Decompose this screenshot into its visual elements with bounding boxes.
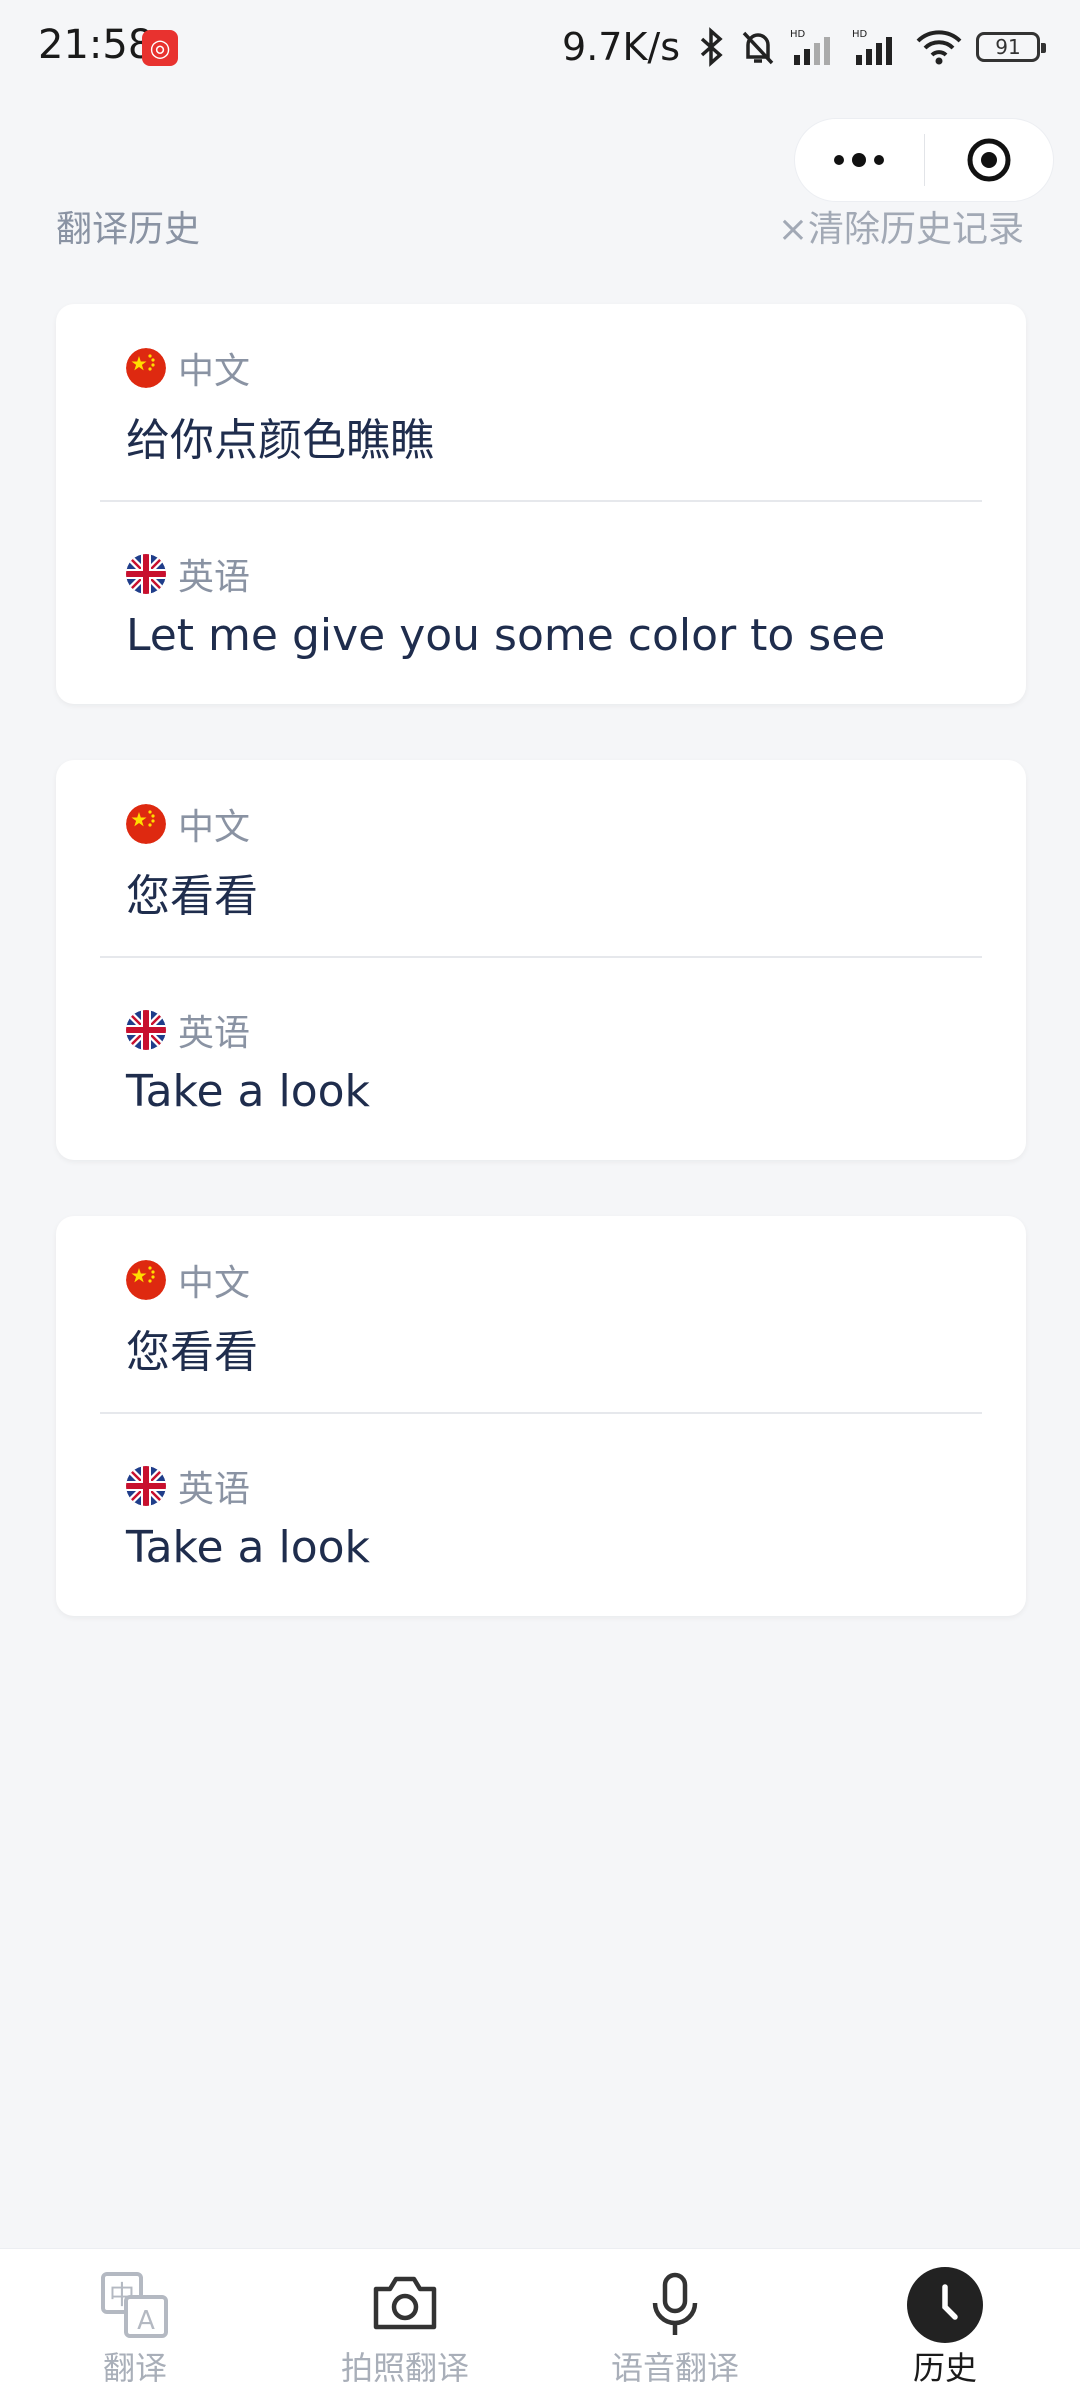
target-lang-label: 英语 — [178, 1013, 251, 1054]
tab-label: 拍照翻译 — [340, 2349, 469, 2387]
target-lang-label: 英语 — [178, 557, 251, 598]
page-title: 翻译历史 — [56, 209, 201, 250]
clear-history-button[interactable]: ×清除历史记录 — [778, 200, 1024, 252]
uk-flag-icon — [126, 1466, 166, 1506]
history-card[interactable]: 中文 给你点颜色瞧瞧 英语 Let me give you some color… — [56, 304, 1026, 704]
signal-hd-icon-2: HD — [852, 29, 892, 65]
camera-icon — [373, 2276, 437, 2330]
more-dots-icon-center — [852, 153, 867, 167]
tab-label: 历史 — [912, 2349, 977, 2387]
mute-bell-icon — [742, 31, 774, 65]
target-icon — [967, 138, 1011, 182]
source-lang-row: 中文 — [126, 342, 250, 394]
svg-text:HD: HD — [790, 29, 806, 40]
card-divider — [100, 956, 982, 958]
bluetooth-icon — [700, 27, 723, 67]
signal-hd-icon: HD — [790, 29, 830, 65]
source-lang-row: 中文 — [126, 1254, 250, 1306]
status-time: 21:58 — [38, 22, 154, 68]
target-text: Take a look — [126, 1522, 371, 1573]
uk-flag-icon — [126, 554, 166, 594]
svg-text:A: A — [137, 2306, 155, 2336]
china-flag-icon — [126, 804, 166, 844]
tab-voice-translate[interactable]: 语音翻译 — [540, 2249, 810, 2401]
more-dots-icon-right — [874, 155, 885, 165]
miniprogram-capsule — [794, 118, 1054, 202]
source-lang-label: 中文 — [178, 351, 251, 392]
target-lang-row: 英语 — [126, 1460, 250, 1512]
target-lang-row: 英语 — [126, 548, 250, 600]
card-divider — [100, 1412, 982, 1414]
wifi-icon — [916, 30, 962, 65]
battery-icon: 91 — [976, 32, 1046, 62]
target-lang-label: 英语 — [178, 1469, 251, 1510]
tab-label: 语音翻译 — [610, 2349, 739, 2387]
more-menu-button[interactable] — [795, 119, 924, 201]
card-divider — [100, 500, 982, 502]
network-speed: 9.7K/s — [562, 25, 680, 69]
tab-bar: 中 A 翻译 拍照翻译 语音翻译 历史 — [0, 2248, 1080, 2401]
close-miniprogram-button[interactable] — [925, 119, 1054, 201]
svg-text:HD: HD — [852, 29, 868, 40]
target-text: Let me give you some color to see — [126, 610, 886, 661]
target-lang-row: 英语 — [126, 1004, 250, 1056]
china-flag-icon — [126, 348, 166, 388]
source-lang-label: 中文 — [178, 1263, 251, 1304]
source-lang-label: 中文 — [178, 807, 251, 848]
history-card[interactable]: 中文 您看看 英语 Take a look — [56, 760, 1026, 1160]
status-indicators: 9.7K/s HD HD 91 — [562, 22, 1046, 72]
status-bar: 21:58 ◎ 9.7K/s HD HD 91 — [0, 0, 1080, 100]
history-card[interactable]: 中文 您看看 英语 Take a look — [56, 1216, 1026, 1616]
tab-translate[interactable]: 中 A 翻译 — [0, 2249, 270, 2401]
translate-icon: 中 A — [101, 2272, 168, 2338]
tab-photo-translate[interactable]: 拍照翻译 — [270, 2249, 540, 2401]
source-text: 您看看 — [126, 871, 258, 922]
notification-app-icon: ◎ — [142, 30, 178, 66]
microphone-icon — [652, 2272, 698, 2335]
source-text: 您看看 — [126, 1327, 258, 1378]
more-dots-icon — [834, 155, 845, 165]
tab-label: 翻译 — [102, 2349, 167, 2387]
china-flag-icon — [126, 1260, 166, 1300]
source-lang-row: 中文 — [126, 798, 250, 850]
uk-flag-icon — [126, 1010, 166, 1050]
clock-icon — [907, 2267, 983, 2343]
tab-history[interactable]: 历史 — [810, 2249, 1080, 2401]
source-text: 给你点颜色瞧瞧 — [126, 415, 434, 466]
target-text: Take a look — [126, 1066, 371, 1117]
